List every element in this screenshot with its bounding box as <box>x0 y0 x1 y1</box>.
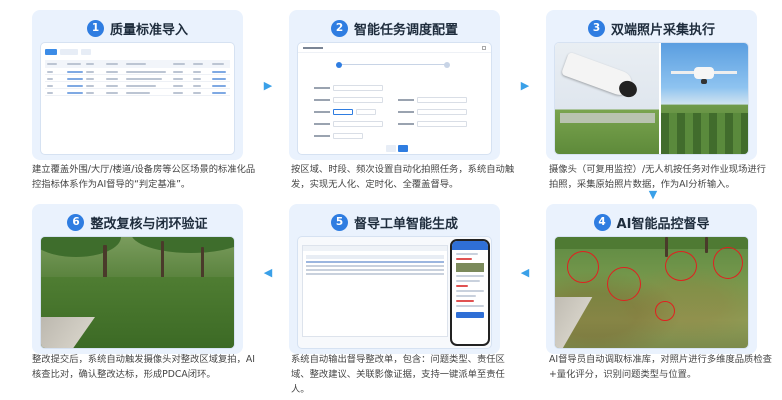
step-card-2: 2 智能任务调度配置 <box>289 10 500 160</box>
work-order-screenshot <box>298 237 491 348</box>
issue-marker <box>567 251 599 283</box>
step-title: 督导工单智能生成 <box>353 216 458 232</box>
step-card-3: 3 双端照片采集执行 <box>546 10 757 160</box>
step-number-badge: 3 <box>587 19 605 37</box>
step-title: 质量标准导入 <box>109 22 188 38</box>
step-description-5: 系统自动输出督导整改单，包含：问题类型、责任区域、整改建议、关联影像证据，支持一… <box>291 354 505 395</box>
step-number-badge: 2 <box>330 19 348 37</box>
step-description-4: AI督导员自动调取标准库，对照片进行多维度品质检查+量化评分，识别问题类型与位置… <box>549 354 772 380</box>
camera-photo <box>555 43 659 154</box>
card-title: 4 AI智能品控督导 <box>546 211 757 233</box>
step-card-1: 1 质量标准导入 <box>32 10 243 160</box>
step-title: AI智能品控督导 <box>616 216 710 232</box>
step-description-2: 按区域、时段、频次设置自动化拍照任务，系统自动触发，实现无人化、定时化、全覆盖督… <box>291 164 515 190</box>
issue-marker <box>655 301 675 321</box>
ai-inspection-photo <box>555 237 748 348</box>
chevron-right-icon: ▶ <box>520 78 530 92</box>
card-title: 3 双端照片采集执行 <box>546 17 757 39</box>
task-schedule-form-screenshot <box>298 43 491 154</box>
mobile-work-order <box>450 239 490 346</box>
chevron-left-icon: ◀ <box>263 265 273 279</box>
step-card-6: 6 整改复核与闭环验证 <box>32 204 243 354</box>
capture-photos <box>555 43 748 154</box>
step-title: 智能任务调度配置 <box>353 22 458 38</box>
issue-marker <box>713 247 743 279</box>
chevron-left-icon: ◀ <box>520 265 530 279</box>
issue-marker <box>665 251 697 281</box>
step-number-badge: 4 <box>593 213 611 231</box>
step-card-5: 5 督导工单智能生成 <box>289 204 500 354</box>
step-title: 整改复核与闭环验证 <box>90 216 208 232</box>
step-number-badge: 5 <box>330 213 348 231</box>
card-title: 6 整改复核与闭环验证 <box>32 211 243 233</box>
step-number-badge: 6 <box>67 213 85 231</box>
card-title: 5 督导工单智能生成 <box>289 211 500 233</box>
rectified-lawn-photo <box>41 237 234 348</box>
card-title: 2 智能任务调度配置 <box>289 17 500 39</box>
card-title: 1 质量标准导入 <box>32 17 243 39</box>
step-number-badge: 1 <box>86 19 104 37</box>
chevron-right-icon: ▶ <box>263 78 273 92</box>
issue-marker <box>607 267 641 301</box>
chevron-down-icon: ▼ <box>648 187 658 201</box>
quality-standard-table-screenshot <box>41 43 234 154</box>
step-title: 双端照片采集执行 <box>610 22 715 38</box>
step-card-4: 4 AI智能品控督导 <box>546 204 757 354</box>
step-description-6: 整改提交后，系统自动触发摄像头对整改区域复拍，AI核查比对，确认整改达标，形成P… <box>32 354 255 380</box>
step-description-3: 摄像头（可复用监控）/无人机按任务对作业现场进行拍照，采集原始照片数据，作为AI… <box>549 164 766 190</box>
drone-photo <box>661 43 748 154</box>
desktop-work-order-list <box>302 245 448 337</box>
step-description-1: 建立覆盖外围/大厅/楼道/设备房等公区场景的标准化品控指标体系作为AI督导的“判… <box>32 164 256 190</box>
